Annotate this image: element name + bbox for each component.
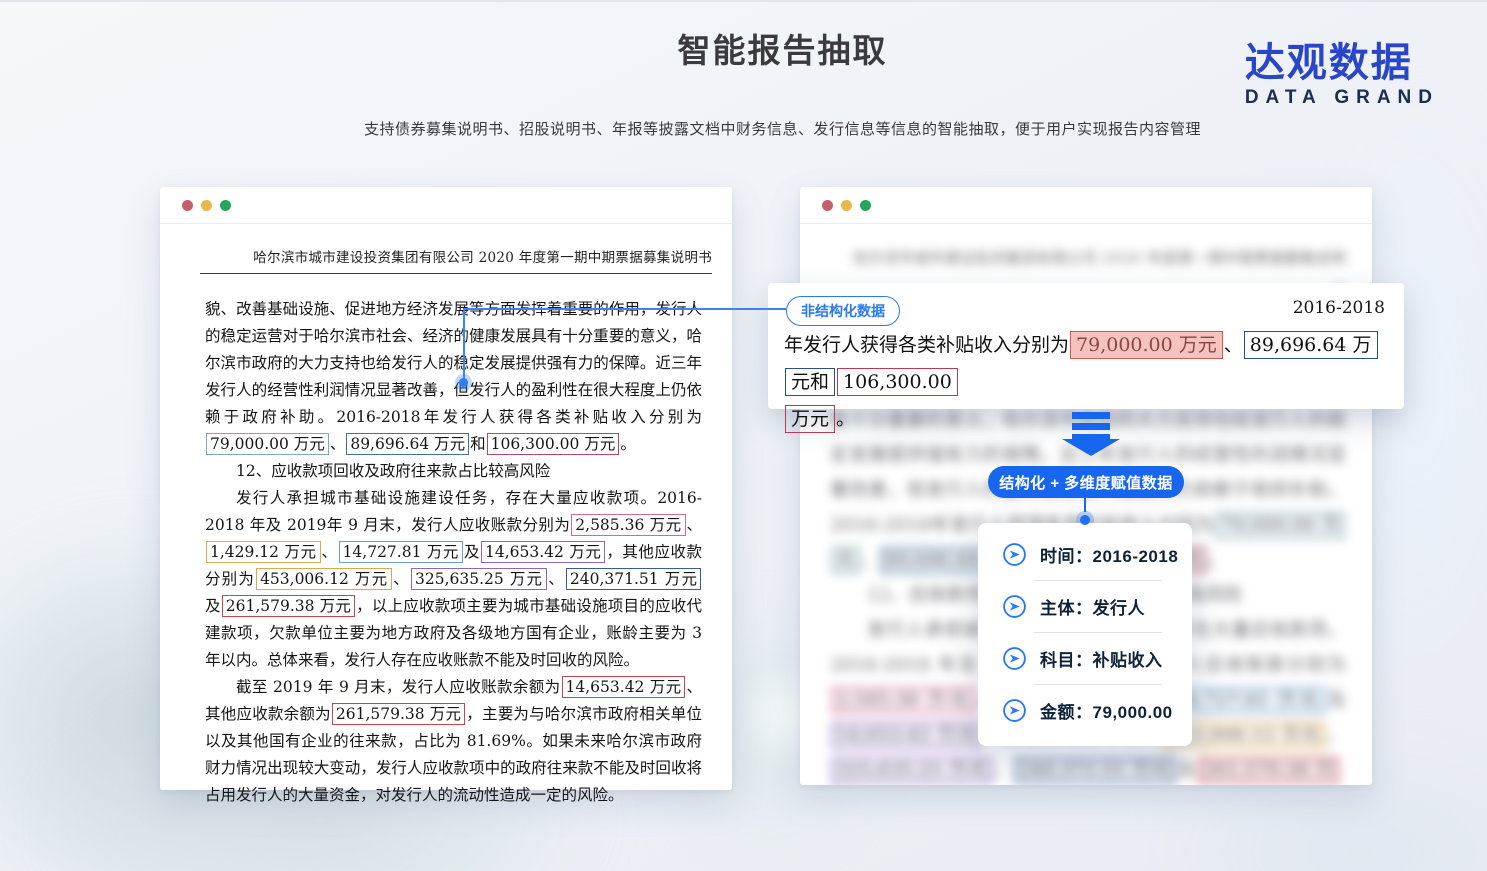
traffic-light-yellow-icon xyxy=(841,200,852,211)
brand-logo-cn: 达观数据 xyxy=(1245,42,1439,84)
text-run: 。 xyxy=(1207,550,1226,571)
arrow-circle-icon xyxy=(1002,542,1027,567)
highlighted-value: 14,653.42 万元 xyxy=(481,541,605,563)
text-run: 及 xyxy=(1327,690,1346,711)
card-row-text: 时间：2016-2018 xyxy=(1040,542,1178,567)
highlighted-value: 14,653.42 万元 xyxy=(562,676,686,698)
window-titlebar xyxy=(800,187,1372,224)
highlighted-value: 325,635.25 万元 xyxy=(831,757,993,784)
highlighted-value: 261,579.38 万元 xyxy=(332,703,465,725)
structured-data-card: 时间：2016-2018 主体：发行人 科目：补贴收入 金额：79,000.00 xyxy=(978,523,1192,746)
document-paragraph: 发行人承担城市基础设施建设任务，存在大量应收款项。2016-2018 年及 20… xyxy=(205,485,702,674)
highlighted-value: 2,585.36 万元 xyxy=(571,514,685,536)
highlighted-value: 万元 xyxy=(785,405,835,433)
highlighted-value: 240,371.51 万元 xyxy=(1014,757,1176,784)
arrow-circle-icon xyxy=(1002,698,1027,723)
highlighted-value: 1,429.12 万元 xyxy=(206,541,321,563)
document-body: 貌、改善基础设施、促进地方经济发展等方面发挥着重要的作用，发行人的稳定运营对于哈… xyxy=(205,296,702,809)
transform-arrow-icon xyxy=(1062,412,1120,456)
source-document-window: 哈尔滨市城市建设投资集团有限公司 2020 年度第一期中期票据募集说明书 貌、改… xyxy=(160,187,732,790)
document-paragraph: 截至 2019 年 9 月末，发行人应收账款余额为14,653.42 万元、其他… xyxy=(205,674,702,809)
text-run: 和 xyxy=(470,435,486,453)
text-run: 、 xyxy=(548,570,565,588)
highlighted-value: 106,300.00 xyxy=(837,368,958,396)
card-value: 发行人 xyxy=(1093,599,1146,618)
connector-line-horizontal xyxy=(464,308,786,310)
structured-data-badge: 结构化 + 多维度赋值数据 xyxy=(988,466,1184,498)
document-section-heading: 12、应收款项回收及政府往来款占比较高风险 xyxy=(205,458,702,485)
traffic-light-red-icon xyxy=(822,200,833,211)
highlighted-value: 89,696.64 万元 xyxy=(346,433,469,455)
text-run: 、 xyxy=(322,543,338,561)
top-divider xyxy=(0,0,1487,2)
card-label: 时间： xyxy=(1040,547,1093,566)
window-titlebar xyxy=(160,187,732,224)
document-title: 哈尔滨市城市建设投资集团有限公司 2020 年度第一期中期票据募集说明书 xyxy=(200,246,712,274)
card-row-subject: 主体：发行人 xyxy=(978,581,1192,632)
badge-anchor-dot xyxy=(1080,515,1090,525)
traffic-light-yellow-icon xyxy=(201,200,212,211)
card-value: 79,000.00 xyxy=(1093,703,1173,722)
card-label: 主体： xyxy=(1040,599,1093,618)
text-run: 年发行人获得各类补贴收入分别为 xyxy=(784,334,1069,356)
brand-logo: 达观数据 DATA GRAND xyxy=(1245,42,1439,109)
text-run: 、 xyxy=(994,760,1014,781)
arrow-circle-icon xyxy=(1002,594,1027,619)
text-run: 貌、改善基础设施、促进地方经济发展等方面发挥着重要的作用，发行人的稳定运营对于哈… xyxy=(205,300,702,426)
highlighted-value: 2,585.36 万元 xyxy=(831,687,976,714)
highlighted-value: 261,579.38 万元 xyxy=(222,595,355,617)
highlighted-value: 14,653.42 万元 xyxy=(831,722,982,749)
text-run: 、 xyxy=(1327,725,1346,746)
value-anchor-dot xyxy=(459,378,468,387)
text-run: 、 xyxy=(1224,334,1243,356)
brand-logo-en: DATA GRAND xyxy=(1245,87,1439,109)
highlighted-value: 14,727.81 万元 xyxy=(1169,687,1326,714)
badge-connector-line xyxy=(1084,498,1086,512)
card-value: 2016-2018 xyxy=(1093,547,1179,566)
text-run: 、 xyxy=(330,435,346,453)
text-run: 及 xyxy=(1177,760,1197,781)
text-run: 、 xyxy=(687,516,703,534)
highlighted-value: 453,006.12 万元 xyxy=(256,568,392,590)
highlighted-value: 79,000.00 万元 xyxy=(206,433,329,455)
text-run: 、 xyxy=(861,550,880,571)
highlighted-value: 14,727.81 万元 xyxy=(339,541,463,563)
card-label: 金额： xyxy=(1040,703,1093,722)
text-run: 12、应收款项回收及政府往来款占比较高风险 xyxy=(236,462,550,480)
unstructured-data-badge: 非结构化数据 xyxy=(786,296,900,326)
text-run: 及 xyxy=(464,543,480,561)
unstructured-data-callout: 非结构化数据 2016-2018 年发行人获得各类补贴收入分别为79,000.0… xyxy=(768,283,1404,409)
traffic-light-red-icon xyxy=(182,200,193,211)
traffic-light-green-icon xyxy=(220,200,231,211)
text-run: 截至 2019 年 9 月末，发行人应收账款余额为 xyxy=(236,678,561,696)
highlighted-value: 79,000.00 万元 xyxy=(1070,331,1223,359)
card-row-text: 主体：发行人 xyxy=(1040,594,1145,619)
page: 智能报告抽取 支持债券募集说明书、招股说明书、年报等披露文档中财务信息、发行信息… xyxy=(0,0,1487,871)
card-row-text: 金额：79,000.00 xyxy=(1040,698,1173,723)
document-paragraph: 貌、改善基础设施、促进地方经济发展等方面发挥着重要的作用，发行人的稳定运营对于哈… xyxy=(205,296,702,458)
traffic-light-green-icon xyxy=(860,200,871,211)
connector-line-vertical xyxy=(463,308,465,382)
card-label: 科目： xyxy=(1040,651,1093,670)
card-row-amount: 金额：79,000.00 xyxy=(978,685,1192,736)
highlighted-value: 325,635.25 万元 xyxy=(411,568,547,590)
arrow-circle-icon xyxy=(1002,646,1027,671)
highlighted-value: 240,371.51 万元 xyxy=(566,568,701,590)
card-row-account: 科目：补贴收入 xyxy=(978,633,1192,684)
highlighted-value: 106,300.00 万元 xyxy=(487,433,620,455)
text-run: 。 xyxy=(620,435,636,453)
text-run: 及 xyxy=(205,597,221,615)
card-row-time: 时间：2016-2018 xyxy=(978,529,1192,580)
text-run: 。 xyxy=(836,408,855,430)
card-row-text: 科目：补贴收入 xyxy=(1040,646,1163,671)
callout-period-label: 2016-2018 xyxy=(1293,298,1385,318)
page-subtitle: 支持债券募集说明书、招股说明书、年报等披露文档中财务信息、发行信息等信息的智能抽… xyxy=(78,118,1487,139)
text-run: 、 xyxy=(393,570,410,588)
card-value: 补贴收入 xyxy=(1093,651,1163,670)
